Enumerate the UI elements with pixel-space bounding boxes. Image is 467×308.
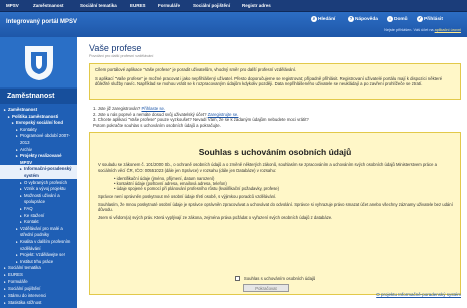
sidebar-item-label: Kontakt — [24, 219, 39, 225]
intro-box: Cílem portálové aplikace "Vaše profese" … — [89, 63, 461, 100]
question-line: Potom pokračte souhlas s uchováním osobn… — [93, 123, 461, 129]
consent-box: Souhlas s uchováním osobních údajů V sou… — [89, 132, 461, 295]
sidebar-item-label: Evropský sociální fond — [16, 120, 64, 126]
nav-item-soci-ln-tematika[interactable]: Sociální tematika — [80, 1, 117, 11]
nav-item-zam-stnanost[interactable]: Zaměstnanost — [33, 1, 64, 11]
sidebar-item-label: Politika zaměstnanosti — [12, 113, 59, 119]
consent-checkbox-row: Souhlas s uchováním osobních údajů — [90, 276, 460, 282]
header-banner: Integrovaný portál MPSV ⌕ Hledání? Nápověd… — [0, 12, 467, 37]
sidebar-item-label: Zaměstnanost — [8, 107, 38, 112]
sidebar-item-label: Možnosti uživání a — [24, 192, 60, 198]
sidebar-item-label: Projekty realizované — [20, 153, 62, 159]
sidebar-item-label: EURES — [8, 272, 23, 278]
sidebar-item[interactable]: ▸ Statistika stížnost — [0, 299, 77, 306]
question-link[interactable]: Zaregistrujte se. — [208, 112, 239, 117]
sidebar-item-label: Formuláře — [8, 279, 28, 285]
intro-paragraph-2: S aplikací "Vaše profese" je možné praco… — [95, 75, 443, 87]
sidebar-item-label: Projekt: Vzdělávejte se! — [20, 252, 65, 258]
consent-text: V souladu se zákonem č. 101/2000 Sb., o … — [98, 162, 454, 223]
sidebar-item[interactable]: ▸ Stárnu do intervenci — [0, 292, 77, 299]
logo-area — [0, 37, 77, 87]
sidebar-item-label: Kontakty — [20, 126, 37, 132]
home-icon: ⌂ — [387, 15, 393, 22]
sidebar-item-label: systém — [24, 173, 39, 178]
sidebar-item-label: Archiv — [20, 146, 32, 152]
page: MPSV Zaměstnanost Sociální tematika EURES Fo… — [0, 0, 467, 308]
header-link-help[interactable]: ? Nápověda — [348, 15, 378, 24]
consent-checkbox-label[interactable]: Souhlas s uchováním osobních údajů — [244, 276, 315, 281]
portal-title[interactable]: Integrovaný portál MPSV — [6, 19, 77, 25]
nav-item-eures[interactable]: EURES — [130, 1, 146, 11]
consent-title: Souhlas s uchováním osobních údajů — [198, 147, 352, 157]
search-icon: ⌕ — [311, 15, 317, 22]
sidebar-item[interactable]: ▸ EURES — [0, 271, 77, 278]
login-icon: ✓ — [417, 15, 423, 22]
sidebar-item-label: spolupráce — [24, 199, 46, 205]
login-status-link[interactable]: aplikační úrovni — [435, 28, 461, 32]
footer-project-link[interactable]: O projektu Informačně-poradenský systém — [376, 292, 461, 297]
nav-item-registr-adres[interactable]: Registr adres — [242, 1, 271, 11]
mpsv-logo[interactable] — [21, 42, 57, 82]
consent-paragraph-4: Jsem si vědom(a) svých práv. Která vyplý… — [98, 215, 333, 221]
sidebar-item-label: Programové období 2007- — [20, 133, 70, 139]
top-navigation: MPSV Zaměstnanost Sociální tematika EURES Fo… — [0, 0, 467, 12]
consent-list: identifikační údaje (jméno, příjmení, da… — [114, 176, 454, 192]
page-title: Vaše profese — [89, 43, 142, 53]
nav-item-mpsv[interactable]: MPSV — [6, 1, 19, 11]
question-text: 2. Jste u nás poprvé a nemáte dosud svůj… — [93, 111, 207, 117]
consent-list-item: údaje spojené s pomocí při plánování pro… — [114, 186, 454, 191]
consent-paragraph-1: V souladu se zákonem č. 101/2000 Sb., o … — [98, 162, 437, 173]
page-subtitle: Povolání pro další profesní vzdělávání — [89, 54, 154, 58]
intro-paragraph-1: Cílem portálové aplikace "Vaše profese" … — [95, 67, 297, 72]
login-status-text: Nejste přihlášen. Váš účet na — [384, 28, 434, 32]
nav-item-formul-e[interactable]: Formuláře — [158, 1, 180, 11]
sidebar: Zaměstnanost ▸ Zaměstnanost ▸ Politika zamě… — [0, 37, 77, 308]
consent-checkbox[interactable] — [234, 276, 240, 282]
question-text: Potom pokračte souhlas s uchováním osobn… — [93, 122, 221, 128]
nav-item-soci-ln-poji-t-n-[interactable]: Sociální pojištění — [193, 1, 230, 11]
sidebar-item-label: střední podniky — [20, 232, 50, 238]
sidebar-item-label: Ke stažení — [24, 212, 45, 218]
sidebar-item-label: Vznik a vývoj projektu — [24, 186, 66, 192]
main-content: Vaše profese Povolání pro další profesní… — [79, 37, 467, 308]
sidebar-item-label: Kvalita v dalším profesním — [20, 239, 71, 244]
sidebar-item[interactable]: ▸ Sociální tematika — [0, 264, 77, 271]
header-link-login[interactable]: ✓ Přihlásit — [417, 15, 443, 24]
sidebar-item-label: Institut trhu práce — [20, 258, 54, 264]
sidebar-item-label: MPSV — [20, 159, 33, 165]
question-list: 1. Jste již zaregistrován? Přihlaste se.… — [93, 106, 461, 128]
header-link-label: Domů — [394, 17, 408, 22]
sidebar-item-label: Vzdělávání pro malé a — [20, 225, 63, 231]
question-text: 1. Jste již zaregistrován? — [93, 106, 141, 111]
sidebar-item-label: Statistika stížnost — [8, 300, 42, 306]
login-status: Nejste přihlášen. Váš účet na aplikační … — [384, 28, 461, 32]
sidebar-item-label: Stárnu do intervenci — [8, 293, 47, 299]
continue-button[interactable]: Pokračovat — [243, 284, 289, 292]
header-link-home[interactable]: ⌂ Domů — [387, 15, 408, 24]
consent-paragraph-3: Souhlasím, že mnou poskytnuté osobní úda… — [98, 201, 453, 213]
header-link-label: Nápověda — [355, 17, 378, 22]
header-link-label: Hledání — [318, 17, 336, 22]
help-icon: ? — [348, 15, 354, 22]
question-link[interactable]: Přihlaste se. — [142, 106, 166, 111]
utility-links: ⌕ Hledání? Nápověda ⌂ Domů ✓ Přihlásit — [311, 15, 461, 24]
header-link-search[interactable]: ⌕ Hledání — [311, 15, 335, 24]
question-text: 3. Chcete aplikaci "Vaše profese" pouze … — [93, 117, 309, 123]
sidebar-item-label: vzdělávání — [20, 245, 41, 251]
sidebar-item[interactable]: ▸ Formuláře — [0, 278, 77, 285]
sidebar-item-label: O vybraných profesích — [24, 179, 67, 185]
sidebar-item-label: Sociální pojištění — [8, 286, 41, 292]
sidebar-item-label: 2013 — [20, 140, 30, 145]
header-link-label: Přihlásit — [424, 17, 443, 22]
consent-paragraph-2: Správce není oprávněn poskytnout mé osob… — [98, 193, 277, 199]
sidebar-title: Zaměstnanost — [0, 89, 77, 104]
sidebar-item-label: Sociální tematika — [8, 265, 41, 271]
sidebar-item[interactable]: ▸ Sociální pojištění — [0, 285, 77, 292]
sidebar-item-label: FAQ — [24, 206, 33, 211]
sidebar-item-label: Informační-poradenský — [24, 166, 72, 172]
